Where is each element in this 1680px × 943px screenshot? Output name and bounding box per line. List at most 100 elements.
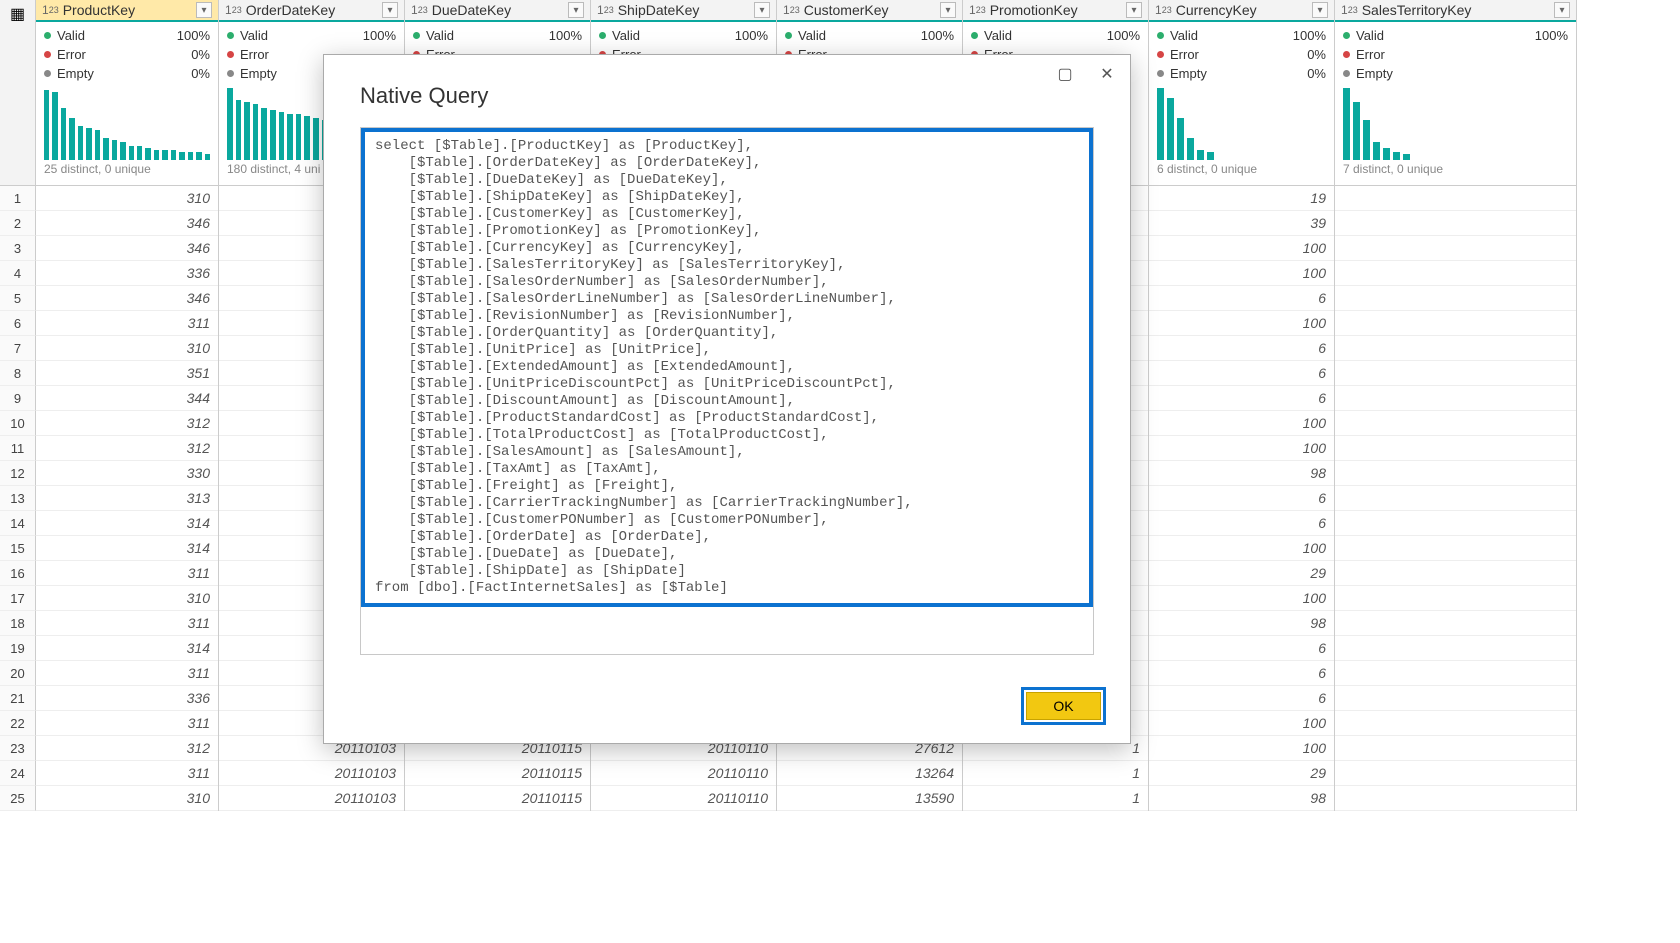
close-button[interactable]: ✕ xyxy=(1092,63,1122,85)
table-icon-cell[interactable]: ▦ xyxy=(0,0,36,186)
data-cell[interactable] xyxy=(1335,561,1576,586)
data-cell[interactable] xyxy=(1335,311,1576,336)
data-cell[interactable]: 336 xyxy=(36,686,218,711)
row-number[interactable]: 21 xyxy=(0,686,36,711)
data-cell[interactable] xyxy=(1335,436,1576,461)
data-cell[interactable] xyxy=(1335,511,1576,536)
data-cell[interactable] xyxy=(1335,786,1576,811)
data-cell[interactable] xyxy=(1335,186,1576,211)
data-cell[interactable]: 98 xyxy=(1149,461,1334,486)
data-cell[interactable] xyxy=(1335,661,1576,686)
row-number[interactable]: 24 xyxy=(0,761,36,786)
data-cell[interactable]: 346 xyxy=(36,236,218,261)
column-header[interactable]: 123PromotionKey▾ xyxy=(963,0,1148,22)
data-cell[interactable]: 311 xyxy=(36,661,218,686)
column-filter-dropdown[interactable]: ▾ xyxy=(1554,2,1570,18)
data-cell[interactable]: 310 xyxy=(36,336,218,361)
data-cell[interactable] xyxy=(1335,711,1576,736)
data-cell[interactable]: 311 xyxy=(36,311,218,336)
data-cell[interactable]: 346 xyxy=(36,211,218,236)
data-cell[interactable] xyxy=(1335,336,1576,361)
data-cell[interactable]: 100 xyxy=(1149,536,1334,561)
data-cell[interactable]: 98 xyxy=(1149,786,1334,811)
data-cell[interactable]: 6 xyxy=(1149,286,1334,311)
data-cell[interactable]: 19 xyxy=(1149,186,1334,211)
data-cell[interactable]: 351 xyxy=(36,361,218,386)
data-cell[interactable] xyxy=(1335,586,1576,611)
row-number[interactable]: 23 xyxy=(0,736,36,761)
row-number[interactable]: 4 xyxy=(0,261,36,286)
data-cell[interactable]: 13264 xyxy=(777,761,962,786)
maximize-button[interactable]: ▢ xyxy=(1050,63,1080,85)
data-cell[interactable]: 336 xyxy=(36,261,218,286)
ok-button[interactable]: OK xyxy=(1026,692,1101,720)
row-number[interactable]: 5 xyxy=(0,286,36,311)
row-number[interactable]: 2 xyxy=(0,211,36,236)
data-cell[interactable] xyxy=(1335,636,1576,661)
data-cell[interactable] xyxy=(1335,236,1576,261)
column-filter-dropdown[interactable]: ▾ xyxy=(940,2,956,18)
row-number[interactable]: 22 xyxy=(0,711,36,736)
row-number[interactable]: 14 xyxy=(0,511,36,536)
data-cell[interactable]: 310 xyxy=(36,586,218,611)
data-cell[interactable] xyxy=(1335,761,1576,786)
data-cell[interactable]: 344 xyxy=(36,386,218,411)
column-header[interactable]: 123DueDateKey▾ xyxy=(405,0,590,22)
column-header[interactable]: 123CurrencyKey▾ xyxy=(1149,0,1334,22)
column-header[interactable]: 123ProductKey▾ xyxy=(36,0,218,22)
data-cell[interactable]: 311 xyxy=(36,611,218,636)
data-cell[interactable] xyxy=(1335,361,1576,386)
data-cell[interactable]: 6 xyxy=(1149,511,1334,536)
data-cell[interactable]: 20110110 xyxy=(591,786,776,811)
data-cell[interactable] xyxy=(1335,286,1576,311)
column-filter-dropdown[interactable]: ▾ xyxy=(196,2,212,18)
data-cell[interactable] xyxy=(1335,211,1576,236)
data-cell[interactable]: 29 xyxy=(1149,561,1334,586)
row-number[interactable]: 18 xyxy=(0,611,36,636)
row-number[interactable]: 16 xyxy=(0,561,36,586)
data-cell[interactable] xyxy=(1335,461,1576,486)
data-cell[interactable]: 29 xyxy=(1149,761,1334,786)
column-filter-dropdown[interactable]: ▾ xyxy=(382,2,398,18)
data-cell[interactable]: 6 xyxy=(1149,386,1334,411)
column-header[interactable]: 123CustomerKey▾ xyxy=(777,0,962,22)
data-cell[interactable]: 1 xyxy=(963,761,1148,786)
column-header[interactable]: 123OrderDateKey▾ xyxy=(219,0,404,22)
data-cell[interactable]: 100 xyxy=(1149,311,1334,336)
data-cell[interactable]: 314 xyxy=(36,536,218,561)
data-cell[interactable]: 13590 xyxy=(777,786,962,811)
data-cell[interactable]: 100 xyxy=(1149,236,1334,261)
row-number[interactable]: 3 xyxy=(0,236,36,261)
row-number[interactable]: 20 xyxy=(0,661,36,686)
row-number[interactable]: 9 xyxy=(0,386,36,411)
data-cell[interactable]: 312 xyxy=(36,411,218,436)
row-number[interactable]: 15 xyxy=(0,536,36,561)
data-cell[interactable]: 310 xyxy=(36,786,218,811)
data-cell[interactable]: 6 xyxy=(1149,661,1334,686)
data-cell[interactable]: 311 xyxy=(36,761,218,786)
row-number[interactable]: 11 xyxy=(0,436,36,461)
data-cell[interactable]: 39 xyxy=(1149,211,1334,236)
data-cell[interactable]: 20110110 xyxy=(591,761,776,786)
column-filter-dropdown[interactable]: ▾ xyxy=(1312,2,1328,18)
data-cell[interactable]: 313 xyxy=(36,486,218,511)
row-number[interactable]: 10 xyxy=(0,411,36,436)
data-cell[interactable] xyxy=(1335,611,1576,636)
row-number[interactable]: 13 xyxy=(0,486,36,511)
data-cell[interactable]: 20110103 xyxy=(219,761,404,786)
data-cell[interactable]: 20110115 xyxy=(405,761,590,786)
data-cell[interactable]: 100 xyxy=(1149,411,1334,436)
row-number[interactable]: 19 xyxy=(0,636,36,661)
row-number[interactable]: 6 xyxy=(0,311,36,336)
data-cell[interactable] xyxy=(1335,411,1576,436)
data-cell[interactable]: 100 xyxy=(1149,261,1334,286)
data-cell[interactable] xyxy=(1335,536,1576,561)
data-cell[interactable]: 6 xyxy=(1149,636,1334,661)
row-number[interactable]: 25 xyxy=(0,786,36,811)
data-cell[interactable]: 6 xyxy=(1149,686,1334,711)
data-cell[interactable]: 314 xyxy=(36,636,218,661)
data-cell[interactable]: 20110115 xyxy=(405,786,590,811)
row-number[interactable]: 7 xyxy=(0,336,36,361)
data-cell[interactable]: 6 xyxy=(1149,336,1334,361)
data-cell[interactable]: 346 xyxy=(36,286,218,311)
